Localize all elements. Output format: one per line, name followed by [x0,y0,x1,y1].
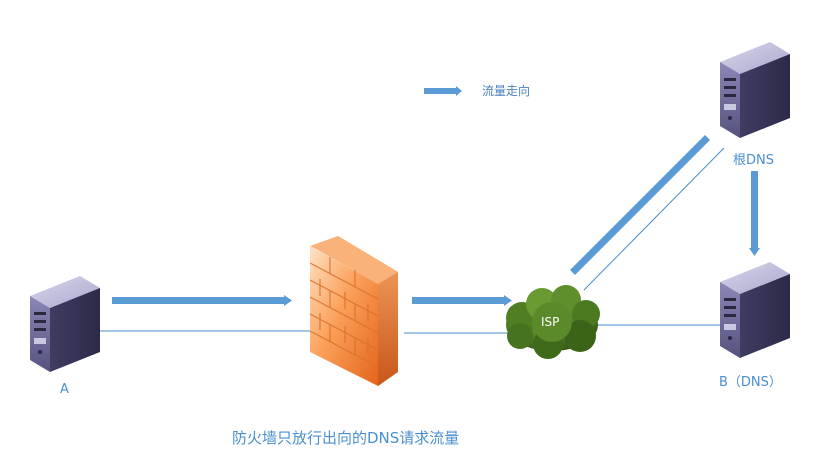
legend-arrow [424,86,462,96]
firewall-icon[interactable] [309,236,398,386]
root-dns-server-icon[interactable] [720,42,790,138]
legend-label: 流量走向 [482,84,531,98]
flow-arrow-isp-to-root [570,135,710,275]
host-a-label: A [60,382,69,397]
b-dns-label: B（DNS） [719,375,782,390]
diagram-caption: 防火墙只放行出向的DNS请求流量 [232,429,460,447]
flow-arrow-a-to-firewall [112,295,292,306]
flow-arrow-firewall-to-isp [412,295,512,306]
network-diagram [30,42,790,386]
root-dns-label: 根DNS [733,153,774,168]
b-dns-server-icon[interactable] [720,262,790,358]
isp-label: ISP [541,315,560,329]
link-isp-root [583,147,725,291]
server-a-icon[interactable] [30,276,100,372]
flow-arrow-root-to-b [749,171,760,256]
